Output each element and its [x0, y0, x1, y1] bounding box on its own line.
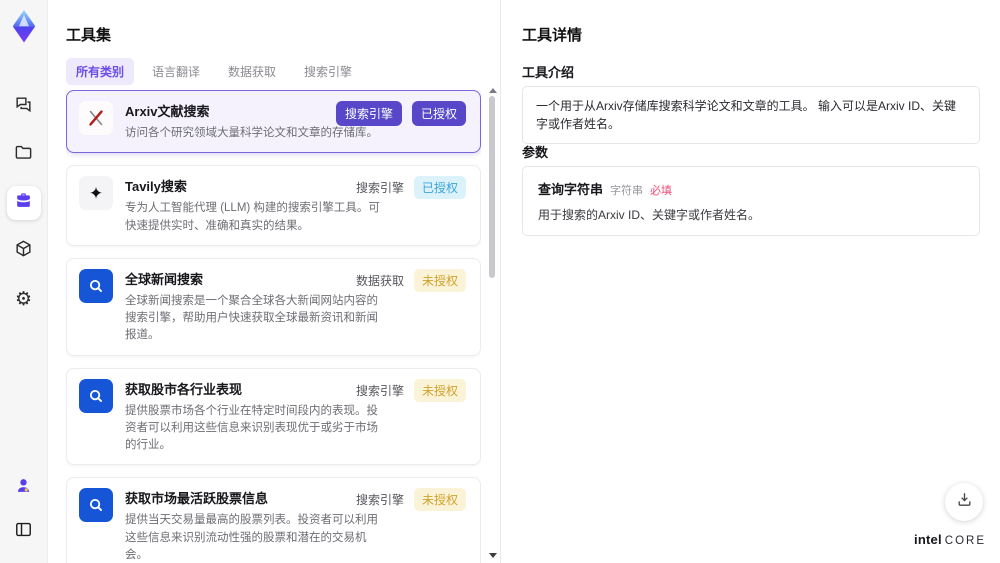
arxiv-logo-icon — [79, 101, 113, 135]
auth-status-badge: 未授权 — [413, 268, 466, 292]
download-button[interactable] — [945, 483, 983, 521]
sidebar-item-packages[interactable] — [7, 234, 41, 268]
tool-description: 提供当天交易量最高的股票列表。投资者可以利用这些信息来识别流动性强的股票和潜在的… — [125, 514, 378, 561]
tab-data-fetch[interactable]: 数据获取 — [218, 58, 286, 85]
gear-icon: ⚙ — [14, 288, 33, 310]
cube-icon — [14, 239, 33, 263]
auth-status-badge: 未授权 — [413, 378, 466, 402]
intro-heading: 工具介绍 — [522, 65, 575, 80]
sparkle-icon: ✦ — [79, 176, 113, 211]
tool-details-panel: 工具详情 工具介绍 一个用于从Arxiv存储库搜索科学论文和文章的工具。 输入可… — [500, 0, 1000, 563]
brand-core: CORE — [944, 535, 986, 547]
tools-panel: 工具集 所有类别 语言翻译 数据获取 搜索引擎 Arxiv文献搜索 访问各个研究… — [48, 0, 500, 563]
tool-card-most-active-stocks[interactable]: 获取市场最活跃股票信息 提供当天交易量最高的股票列表。投资者可以利用这些信息来识… — [66, 477, 481, 563]
category-badge: 搜索引擎 — [355, 383, 404, 398]
tool-description: 专为人工智能代理 (LLM) 构建的搜索引擎工具。可快速提供实时、准确和真实的结… — [125, 202, 380, 232]
sidebar-item-files[interactable] — [7, 138, 41, 172]
param-name: 查询字符串 — [538, 182, 604, 197]
tool-description: 访问各个研究领域大量科学论文和文章的存储库。 — [125, 127, 378, 139]
news-search-icon — [79, 268, 113, 303]
intro-text: 一个用于从Arxiv存储库搜索科学论文和文章的工具。 输入可以是Arxiv ID… — [522, 86, 980, 144]
page-title: 工具集 — [66, 27, 112, 44]
tool-description: 全球新闻搜索是一个聚合全球各大新闻网站内容的搜索引擎，帮助用户快速获取全球最新资… — [125, 294, 378, 342]
panel-layout-icon — [14, 520, 33, 544]
details-title: 工具详情 — [522, 27, 583, 44]
folder-icon — [14, 143, 33, 167]
params-heading: 参数 — [522, 145, 549, 160]
tab-all-categories[interactable]: 所有类别 — [66, 58, 135, 85]
auth-status-badge: 未授权 — [413, 488, 466, 512]
tool-list: Arxiv文献搜索 访问各个研究领域大量科学论文和文章的存储库。 搜索引擎 已授… — [66, 90, 481, 563]
category-badge: 搜索引擎 — [335, 101, 402, 126]
sidebar-item-tools[interactable] — [6, 186, 41, 220]
app-logo-icon — [9, 10, 39, 43]
sidebar-item-chat[interactable] — [7, 90, 41, 124]
app-window: ⚙ 工具集 所有类别 语言翻译 数据获取 搜索引擎 Arxiv文献搜索 访问各个… — [0, 0, 1000, 563]
param-description: 用于搜索的Arxiv ID、关键字或作者姓名。 — [538, 208, 761, 222]
param-required-badge: 必填 — [650, 185, 673, 197]
scroll-up-icon[interactable] — [489, 88, 497, 93]
news-search-icon — [79, 488, 113, 523]
brand-intel: intel — [914, 532, 942, 547]
category-badge: 搜索引擎 — [355, 181, 404, 196]
tool-card-sector-performance[interactable]: 获取股市各行业表现 提供股票市场各个行业在特定时间段内的表现。投资者可以利用这些… — [66, 367, 481, 466]
chat-icon — [14, 95, 33, 119]
news-search-icon — [79, 378, 113, 413]
tool-description: 提供股票市场各个行业在特定时间段内的表现。投资者可以利用这些信息来识别表现优于或… — [125, 404, 378, 452]
collapse-sidebar-button[interactable] — [7, 515, 41, 549]
auth-status-badge: 已授权 — [411, 101, 466, 126]
parameter-item: 查询字符串 字符串 必填 用于搜索的Arxiv ID、关键字或作者姓名。 — [522, 166, 980, 236]
tab-language-translation[interactable]: 语言翻译 — [142, 58, 210, 85]
sidebar: ⚙ — [0, 0, 48, 563]
tool-title: Tavily搜索 — [125, 179, 187, 195]
download-icon — [956, 491, 973, 513]
tool-title: 获取股市各行业表现 — [125, 381, 243, 397]
category-badge: 数据获取 — [355, 273, 404, 288]
scroll-down-icon[interactable] — [489, 553, 497, 558]
tool-card-arxiv[interactable]: Arxiv文献搜索 访问各个研究领域大量科学论文和文章的存储库。 搜索引擎 已授… — [66, 90, 481, 154]
tool-title: 获取市场最活跃股票信息 — [125, 491, 269, 507]
scrollbar-thumb[interactable] — [489, 96, 495, 278]
user-icon — [14, 476, 33, 500]
param-type: 字符串 — [610, 185, 644, 197]
toolbox-icon — [14, 191, 33, 215]
sidebar-item-settings[interactable]: ⚙ — [7, 282, 41, 316]
auth-status-badge: 已授权 — [413, 176, 466, 200]
tool-card-tavily[interactable]: ✦ Tavily搜索 专为人工智能代理 (LLM) 构建的搜索引擎工具。可快速提… — [66, 165, 481, 246]
category-tabs: 所有类别 语言翻译 数据获取 搜索引擎 — [66, 58, 362, 85]
list-scrollbar[interactable] — [487, 88, 497, 558]
tool-card-global-news[interactable]: 全球新闻搜索 全球新闻搜索是一个聚合全球各大新闻网站内容的搜索引擎，帮助用户快速… — [66, 257, 481, 356]
category-badge: 搜索引擎 — [355, 493, 404, 508]
intel-core-logo: intel CORE — [914, 532, 986, 547]
tab-search-engine[interactable]: 搜索引擎 — [294, 58, 362, 85]
user-avatar[interactable] — [7, 471, 41, 505]
tool-title: 全球新闻搜索 — [125, 271, 204, 287]
